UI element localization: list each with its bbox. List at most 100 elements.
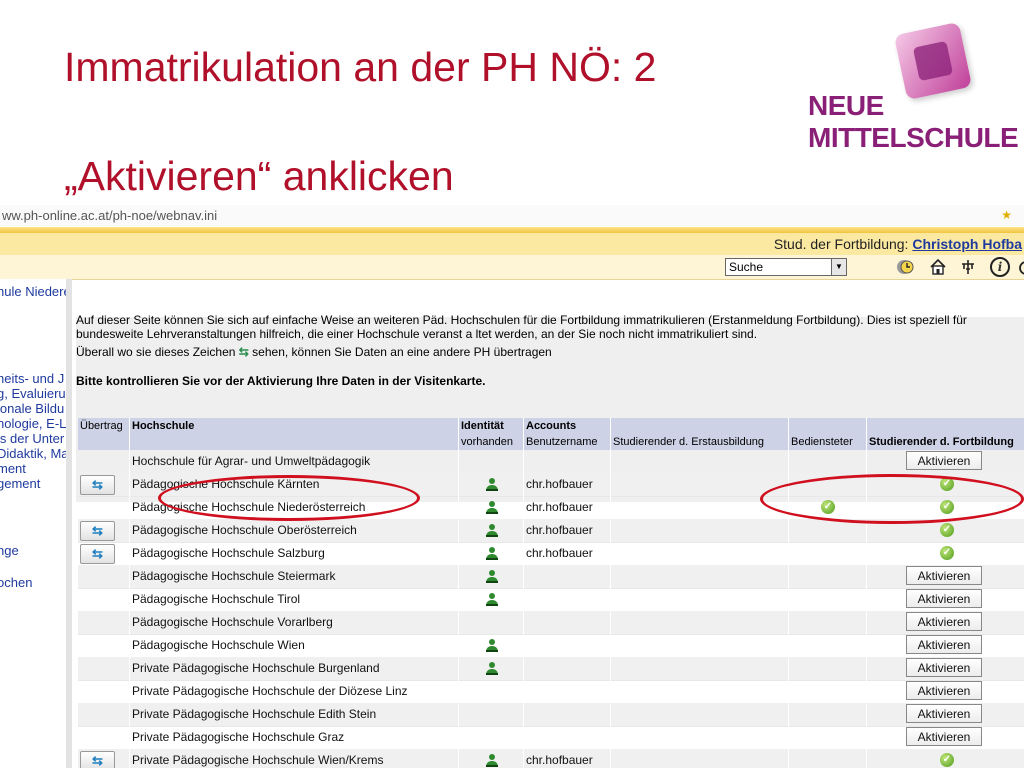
person-icon	[485, 523, 499, 537]
activate-button[interactable]: Aktivieren	[906, 451, 982, 470]
sidebar-item[interactable]: gement	[0, 476, 40, 491]
header-school: Hochschule	[132, 420, 195, 432]
screenshot: ww.ph-online.ac.at/ph-noe/webnav.ini ★ S…	[0, 205, 1024, 768]
logo-line-1: NEUE	[808, 90, 884, 121]
activate-button[interactable]: Aktivieren	[906, 704, 982, 723]
header-identity: Identität	[461, 420, 504, 432]
person-icon	[485, 592, 499, 606]
person-icon	[485, 638, 499, 652]
transfer-button[interactable]: ⇆	[80, 521, 115, 541]
sidebar-item[interactable]: hule Niedere	[0, 284, 70, 299]
person-icon	[485, 477, 499, 491]
address-bar[interactable]: ww.ph-online.ac.at/ph-noe/webnav.ini ★	[0, 205, 1024, 228]
clock-icon[interactable]	[896, 257, 916, 277]
column-divider	[866, 418, 867, 768]
info-line-1: Auf dieser Seite können Sie sich auf ein…	[76, 313, 967, 327]
annotation-oval-school	[158, 475, 420, 521]
school-name: Private Pädagogische Hochschule Edith St…	[132, 707, 377, 721]
school-name: Private Pädagogische Hochschule der Diöz…	[132, 684, 408, 698]
sidebar-item[interactable]: Didaktik, Ma	[0, 446, 69, 461]
table-row: Pädagogische Hochschule Wien Aktivieren	[78, 634, 1024, 658]
school-name: Hochschule für Agrar- und Umweltpädagogi…	[132, 454, 371, 468]
table-row: Private Pädagogische Hochschule Burgenla…	[78, 657, 1024, 681]
activate-button[interactable]: Aktivieren	[906, 658, 982, 677]
sidebar-item[interactable]: nge	[0, 543, 19, 558]
school-name: Pädagogische Hochschule Wien	[132, 638, 305, 652]
transfer-button[interactable]: ⇆	[80, 751, 115, 768]
annotation-oval-accounts	[760, 474, 1024, 524]
user-bar: Stud. der Fortbildung: Christoph Hofba	[0, 233, 1024, 256]
sidebar-item[interactable]: is der Unter	[0, 431, 64, 446]
table-row: Private Pädagogische Hochschule Edith St…	[78, 703, 1024, 727]
username: chr.hofbauer	[526, 477, 593, 491]
neue-mittelschule-logo: NEUE MITTELSCHULE	[806, 21, 1019, 156]
activate-button[interactable]: Aktivieren	[906, 681, 982, 700]
slide-subtitle: „Aktivieren“ anklicken	[64, 153, 454, 199]
chevron-down-icon[interactable]: ▼	[831, 259, 846, 275]
power-icon[interactable]	[1014, 257, 1024, 277]
school-name: Private Pädagogische Hochschule Graz	[132, 730, 345, 744]
header-transfer: Übertrag	[80, 420, 123, 432]
sidebar-item[interactable]: ochen	[0, 575, 32, 590]
school-name: Private Pädagogische Hochschule Burgenla…	[132, 661, 380, 675]
info-icon[interactable]: i	[990, 257, 1010, 277]
check-icon: ✓	[940, 546, 954, 560]
info-line-3: Überall wo sie dieses Zeichen ⇆ sehen, k…	[76, 345, 552, 359]
activate-button[interactable]: Aktivieren	[906, 612, 982, 631]
subheader-identity: vorhanden	[461, 436, 513, 448]
column-divider	[129, 418, 130, 768]
transfer-button[interactable]: ⇆	[80, 544, 115, 564]
user-role: Stud. der Fortbildung:	[773, 236, 909, 252]
subheader-initial: Studierender d. Erstausbildung	[613, 436, 765, 448]
info-line-3-post: sehen, können Sie Daten an eine andere P…	[252, 345, 552, 359]
school-name: Pädagogische Hochschule Oberösterreich	[132, 523, 357, 537]
username: chr.hofbauer	[526, 753, 593, 767]
transfer-icon: ⇆	[238, 345, 249, 359]
table-row: ⇆ Private Pädagogische Hochschule Wien/Kr…	[78, 749, 1024, 768]
sidebar-item[interactable]: heits- und J	[0, 371, 64, 386]
activate-button[interactable]: Aktivieren	[906, 635, 982, 654]
username: chr.hofbauer	[526, 500, 593, 514]
sidebar-item[interactable]: ment	[0, 461, 26, 476]
activate-button[interactable]: Aktivieren	[906, 589, 982, 608]
home-icon[interactable]	[928, 257, 948, 277]
subheader-staff: Bediensteter	[791, 436, 853, 448]
url-text: ww.ph-online.ac.at/ph-noe/webnav.ini	[2, 208, 218, 223]
column-divider	[458, 418, 459, 768]
transfer-button[interactable]: ⇆	[80, 475, 115, 495]
info-line-3-pre: Überall wo sie dieses Zeichen	[76, 345, 236, 359]
column-divider	[610, 418, 611, 768]
table-row: Private Pädagogische Hochschule der Diöz…	[78, 680, 1024, 704]
star-icon[interactable]: ★	[1001, 208, 1012, 222]
search-select-value: Suche	[729, 260, 764, 274]
check-icon: ✓	[940, 753, 954, 767]
user-name-link[interactable]: Christoph Hofba	[912, 236, 1022, 252]
school-name: Pädagogische Hochschule Salzburg	[132, 546, 325, 560]
school-name: Pädagogische Hochschule Tirol	[132, 592, 301, 606]
table-row: Private Pädagogische Hochschule Graz Akti…	[78, 726, 1024, 750]
sidebar-scrollbar[interactable]	[66, 279, 72, 768]
user-info: Stud. der Fortbildung: Christoph Hofba	[774, 236, 1022, 252]
activate-button[interactable]: Aktivieren	[906, 727, 982, 746]
username: chr.hofbauer	[526, 523, 593, 537]
sidebar-item[interactable]: g, Evaluieru	[0, 386, 66, 401]
subheader-cpd: Studierender d. Fortbildung	[869, 436, 1014, 448]
sidebar-item[interactable]: ionale Bildu	[0, 401, 64, 416]
activate-button[interactable]: Aktivieren	[906, 566, 982, 585]
person-icon	[485, 546, 499, 560]
search-select[interactable]: Suche ▼	[725, 258, 847, 276]
tree-icon[interactable]	[958, 257, 978, 277]
sidebar-item[interactable]: nologie, E-Le	[0, 416, 70, 431]
check-icon: ✓	[940, 523, 954, 537]
header-accounts: Accounts	[526, 420, 577, 432]
school-name: Private Pädagogische Hochschule Wien/Kre…	[132, 753, 384, 767]
toolbar: Suche ▼ i	[0, 255, 1024, 280]
sidebar: hule Niedere heits- und J g, Evaluieru i…	[0, 279, 71, 768]
table-header-row: Übertrag Hochschule Identität Accounts	[78, 418, 1024, 434]
column-divider	[788, 418, 789, 768]
info-line-2: bundesweite Lehrveranstaltungen hilfreic…	[76, 327, 758, 341]
person-icon	[485, 661, 499, 675]
logo-line-2: MITTELSCHULE	[808, 122, 1019, 153]
table-row: Hochschule für Agrar- und Umweltpädagogi…	[78, 450, 1024, 474]
subheader-username: Benutzername	[526, 436, 598, 448]
